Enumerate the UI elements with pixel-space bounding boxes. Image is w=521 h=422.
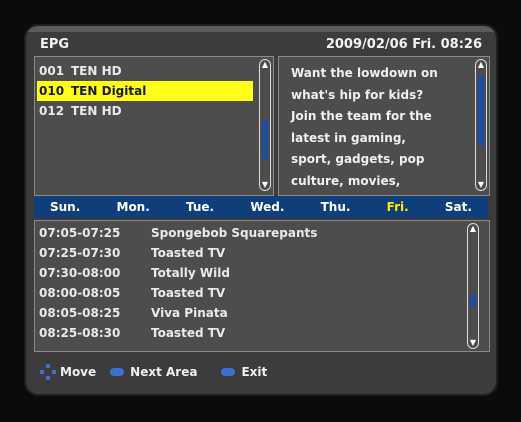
schedule-row[interactable]: 07:30-08:00 Totally Wild xyxy=(39,263,230,283)
info-scrollbar[interactable]: ▲ ▼ xyxy=(475,59,487,191)
ok-button-icon xyxy=(110,368,125,376)
schedule-time: 08:05-08:25 xyxy=(39,306,121,320)
scroll-down-icon[interactable]: ▼ xyxy=(260,180,270,190)
scroll-up-icon[interactable]: ▲ xyxy=(260,60,270,70)
scroll-thumb[interactable] xyxy=(470,294,476,308)
day-tab-tue[interactable]: Tue. xyxy=(186,200,214,214)
channel-number: 001 xyxy=(39,64,65,78)
program-info-panel: Want the lowdown on what's hip for kids?… xyxy=(278,56,490,196)
day-tab-fri[interactable]: Fri. xyxy=(387,200,409,214)
schedule-scrollbar[interactable]: ▲ ▼ xyxy=(467,223,479,349)
schedule-title: Viva Pinata xyxy=(151,306,228,320)
schedule-list: 07:05-07:25 Spongebob Squarepants 07:25-0… xyxy=(34,220,490,352)
day-tab-mon[interactable]: Mon. xyxy=(117,200,150,214)
day-tab-wed[interactable]: Wed. xyxy=(250,200,284,214)
scroll-thumb[interactable] xyxy=(478,76,484,146)
schedule-time: 08:00-08:05 xyxy=(39,286,121,300)
footer-help: Move Next Area Exit xyxy=(40,362,460,382)
epg-screen: EPG 2009/02/06 Fri. 08:26 001 TEN HD 010 T… xyxy=(26,26,496,394)
schedule-row[interactable]: 08:05-08:25 Viva Pinata xyxy=(39,303,228,323)
schedule-title: Toasted TV xyxy=(151,286,226,300)
channel-list: 001 TEN HD 010 TEN Digital 012 TEN HD ▲ ▼ xyxy=(34,56,274,196)
schedule-time: 07:25-07:30 xyxy=(39,246,121,260)
epg-title: EPG xyxy=(40,36,70,52)
schedule-row[interactable]: 08:25-08:30 Toasted TV xyxy=(39,323,225,343)
channel-scrollbar[interactable]: ▲ ▼ xyxy=(259,59,271,191)
schedule-row[interactable]: 07:05-07:25 Spongebob Squarepants xyxy=(39,223,317,243)
channel-name: TEN HD xyxy=(71,64,122,78)
day-selector: Sun. Mon. Tue. Wed. Thu. Fri. Sat. xyxy=(34,196,488,218)
schedule-row[interactable]: 07:25-07:30 Toasted TV xyxy=(39,243,225,263)
scroll-down-icon[interactable]: ▼ xyxy=(476,180,486,190)
day-tab-thu[interactable]: Thu. xyxy=(321,200,351,214)
move-label: Move xyxy=(60,365,97,379)
schedule-title: Toasted TV xyxy=(151,326,226,340)
channel-name: TEN HD xyxy=(71,104,122,118)
program-description: Want the lowdown on what's hip for kids?… xyxy=(291,66,438,188)
channel-number: 010 xyxy=(39,84,65,98)
scroll-up-icon[interactable]: ▲ xyxy=(476,60,486,70)
schedule-time: 07:30-08:00 xyxy=(39,266,121,280)
channel-number: 012 xyxy=(39,104,65,118)
schedule-time: 07:05-07:25 xyxy=(39,226,121,240)
channel-name: TEN Digital xyxy=(71,84,147,98)
channel-item[interactable]: 012 TEN HD xyxy=(37,101,253,121)
scroll-down-icon[interactable]: ▼ xyxy=(468,338,478,348)
schedule-title: Toasted TV xyxy=(151,246,226,260)
scroll-up-icon[interactable]: ▲ xyxy=(468,224,478,234)
schedule-title: Totally Wild xyxy=(151,266,230,280)
schedule-title: Spongebob Squarepants xyxy=(151,226,318,240)
next-area-label: Next Area xyxy=(130,365,198,379)
scroll-thumb[interactable] xyxy=(262,120,268,160)
schedule-row[interactable]: 08:00-08:05 Toasted TV xyxy=(39,283,225,303)
exit-label: Exit xyxy=(241,365,268,379)
day-tab-sun[interactable]: Sun. xyxy=(50,200,80,214)
date-time: 2009/02/06 Fri. 08:26 xyxy=(325,36,482,52)
schedule-time: 08:25-08:30 xyxy=(39,326,121,340)
channel-item-selected[interactable]: 010 TEN Digital xyxy=(37,81,253,101)
title-bar: EPG 2009/02/06 Fri. 08:26 xyxy=(40,34,482,54)
dpad-icon xyxy=(40,364,56,380)
day-tab-sat[interactable]: Sat. xyxy=(445,200,472,214)
exit-button-icon xyxy=(221,368,236,376)
channel-item[interactable]: 001 TEN HD xyxy=(37,61,253,81)
